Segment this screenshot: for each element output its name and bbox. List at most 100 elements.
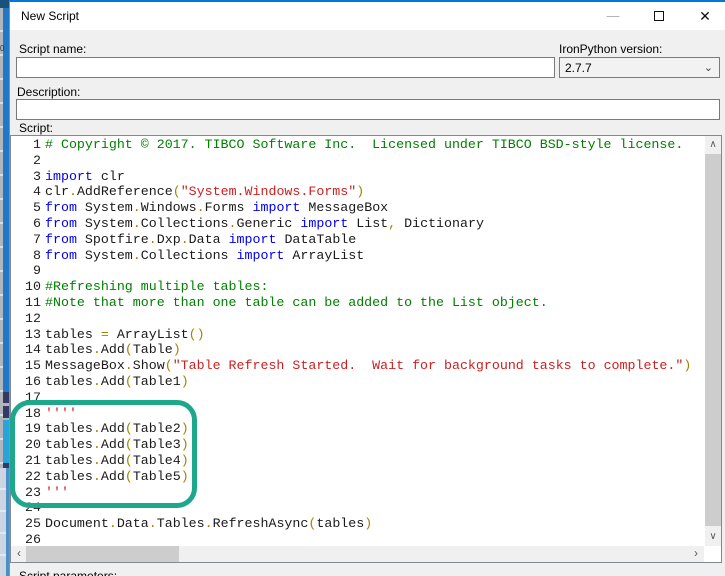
code-line: 18 '''' [11,406,704,422]
horizontal-scrollbar[interactable]: ‹ › [11,546,704,562]
line-number: 24 [25,500,41,516]
dialog-title: New Script [21,9,80,23]
line-number: 19 [25,421,41,437]
code-line: 4 clr.AddReference("System.Windows.Forms"… [11,184,704,200]
scroll-left-icon[interactable]: ‹ [11,546,27,562]
code-line: 22 tables.Add(Table5) [11,469,704,485]
code-text: tables.Add(Table5) [45,468,189,484]
code-text: from System.Windows.Forms import Message… [45,200,389,216]
close-icon: ✕ [699,8,711,24]
code-line: 16 tables.Add(Table1) [11,374,704,390]
code-line: 23 ''' [11,485,704,501]
line-number: 2 [33,152,41,168]
line-number: 17 [25,389,41,405]
script-name-label: Script name: [19,42,87,56]
code-line: 24 [11,500,704,516]
minimize-icon: — [606,8,620,23]
code-lines: 1 # Copyright © 2017. TIBCO Software Inc.… [11,136,704,545]
code-text: clr.AddReference("System.Windows.Forms") [45,184,365,200]
code-line: 3 import clr [11,169,704,185]
line-number: 7 [33,231,41,247]
description-label: Description: [17,85,81,99]
description-input[interactable] [16,99,720,120]
line-number: 14 [25,342,41,358]
close-button[interactable]: ✕ [688,2,722,30]
code-line: 15 MessageBox.Show("Table Refresh Started… [11,358,704,374]
code-text: tables.Add(Table) [45,342,181,358]
code-line: 8 from System.Collections import ArrayLis… [11,248,704,264]
script-label: Script: [19,121,54,135]
code-text: ''' [45,484,69,500]
ironpython-version-value: 2.7.7 [565,61,592,75]
code-line: 5 from System.Windows.Forms import Messag… [11,200,704,216]
line-number: 6 [33,215,41,231]
ironpython-version-dropdown[interactable]: 2.7.7 ⌄ [559,57,720,78]
code-line: 17 [11,390,704,406]
line-number: 22 [25,468,41,484]
code-text: tables.Add(Table2) [45,421,189,437]
line-number: 5 [33,200,41,216]
code-line: 19 tables.Add(Table2) [11,421,704,437]
script-parameters-label: Script parameters: [19,569,118,576]
new-script-dialog: New Script — ✕ Script name: IronPython v… [9,0,725,576]
title-bar[interactable]: New Script — ✕ [10,2,725,30]
background-axis-label: 0 [0,44,5,53]
line-number: 26 [25,531,41,545]
line-number: 20 [25,437,41,453]
background-top-cap [0,0,9,8]
code-text: MessageBox.Show("Table Refresh Started. … [45,358,692,374]
code-line: 10 #Refreshing multiple tables: [11,279,704,295]
code-line: 2 [11,153,704,169]
scroll-down-icon[interactable]: ∨ [705,529,721,545]
line-number: 13 [25,326,41,342]
vertical-scrollbar[interactable]: ∧ ∨ [705,136,721,546]
script-name-input[interactable] [16,57,555,78]
code-text: tables.Add(Table4) [45,452,189,468]
code-text: from Spotfire.Dxp.Data import DataTable [45,231,357,247]
code-line: 25 Document.Data.Tables.RefreshAsync(tabl… [11,516,704,532]
scroll-right-icon[interactable]: › [688,546,704,562]
code-line: 12 [11,311,704,327]
line-number: 9 [33,263,41,279]
chevron-down-icon: ⌄ [703,62,713,74]
code-text: tables.Add(Table1) [45,373,189,389]
maximize-button[interactable] [642,2,676,30]
line-number: 23 [25,484,41,500]
code-line: 26 [11,532,704,545]
line-number: 3 [33,168,41,184]
code-text: #Note that more than one table can be ad… [45,294,548,310]
line-number: 18 [25,405,41,421]
line-number: 15 [25,358,41,374]
code-text: from System.Collections.Generic import L… [45,215,484,231]
line-number: 12 [25,310,41,326]
line-number: 10 [25,279,41,295]
maximize-icon [654,11,664,21]
line-number: 1 [33,137,41,152]
minimize-button[interactable]: — [596,2,630,30]
vertical-scrollbar-thumb[interactable] [705,154,721,526]
ironpython-version-label: IronPython version: [559,42,663,56]
line-number: 4 [33,184,41,200]
code-text: #Refreshing multiple tables: [45,279,269,295]
code-text: import clr [45,168,125,184]
code-line: 21 tables.Add(Table4) [11,453,704,469]
code-line: 13 tables = ArrayList() [11,327,704,343]
code-text: '''' [45,405,77,421]
background-app-strip: 0 [0,0,9,576]
code-line: 1 # Copyright © 2017. TIBCO Software Inc.… [11,137,704,153]
code-text: Document.Data.Tables.RefreshAsync(tables… [45,516,373,532]
code-text: # Copyright © 2017. TIBCO Software Inc. … [45,137,684,152]
line-number: 8 [33,247,41,263]
code-text: tables = ArrayList() [45,326,205,342]
horizontal-scrollbar-thumb[interactable] [26,546,179,562]
line-number: 21 [25,452,41,468]
scroll-up-icon[interactable]: ∧ [705,137,721,153]
code-line: 6 from System.Collections.Generic import … [11,216,704,232]
script-code-editor[interactable]: 1 # Copyright © 2017. TIBCO Software Inc.… [10,135,722,563]
code-text: from System.Collections import ArrayList [45,247,365,263]
